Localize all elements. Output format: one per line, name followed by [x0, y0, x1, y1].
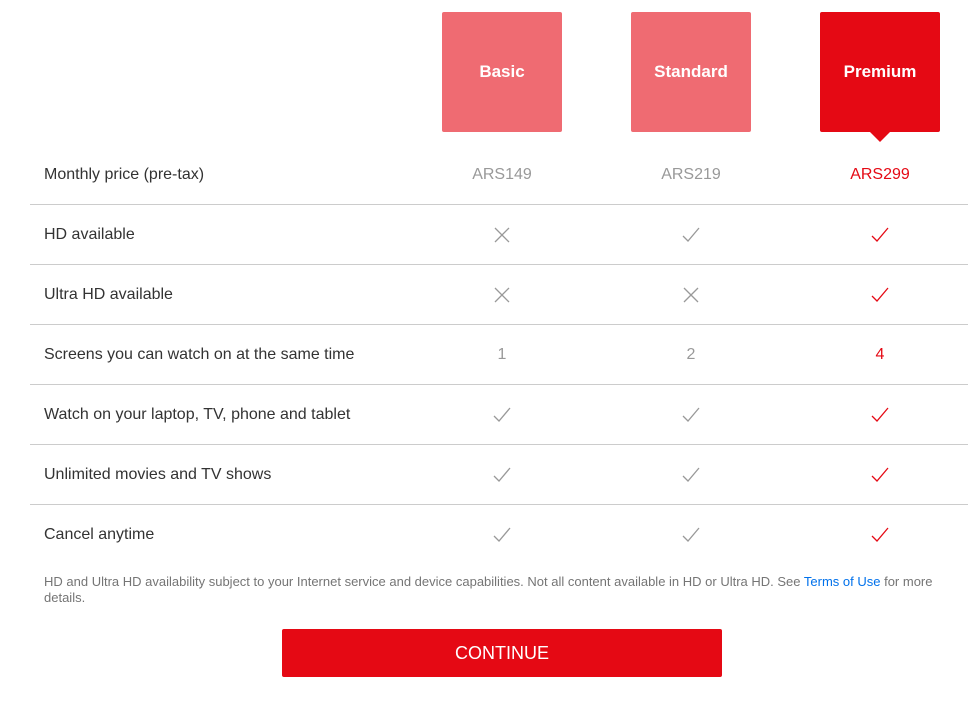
disclaimer: HD and Ultra HD availability subject to …	[44, 574, 944, 606]
check-icon	[820, 265, 940, 325]
plan-basic[interactable]: Basic	[442, 12, 562, 132]
cross-icon	[442, 205, 562, 265]
cell-value: 4	[875, 346, 885, 363]
row-label: Monthly price (pre-tax)	[44, 166, 205, 183]
plan-name: Premium	[843, 62, 917, 81]
row-label: Cancel anytime	[44, 526, 155, 543]
row-label: Watch on your laptop, TV, phone and tabl…	[44, 406, 351, 423]
cell-value: ARS299	[850, 166, 910, 183]
check-icon	[820, 505, 940, 565]
cell-value: ARS219	[661, 166, 721, 183]
check-icon	[442, 385, 562, 445]
cell-value: 2	[686, 346, 696, 363]
table-row: Ultra HD available	[30, 265, 968, 325]
disclaimer-text: HD and Ultra HD availability subject to …	[44, 574, 804, 589]
check-icon	[631, 205, 751, 265]
plan-name: Basic	[479, 62, 525, 81]
check-icon	[820, 385, 940, 445]
plan-standard[interactable]: Standard	[631, 12, 751, 132]
check-icon	[442, 505, 562, 565]
table-row: Screens you can watch on at the same tim…	[30, 325, 968, 385]
table-row: Unlimited movies and TV shows	[30, 445, 968, 505]
check-icon	[820, 445, 940, 505]
continue-button[interactable]: CONTINUE	[282, 629, 722, 677]
row-label: Screens you can watch on at the same tim…	[44, 346, 355, 363]
check-icon	[631, 505, 751, 565]
cell-value: 1	[497, 346, 507, 363]
check-icon	[820, 205, 940, 265]
table-row: Monthly price (pre-tax) ARS149 ARS219 ARS29…	[30, 145, 968, 205]
comparison-table: Monthly price (pre-tax) ARS149 ARS219 ARS29…	[30, 145, 968, 565]
cell-value: ARS149	[472, 166, 532, 183]
row-label: Ultra HD available	[44, 286, 173, 303]
row-label: Unlimited movies and TV shows	[44, 466, 272, 483]
plan-premium[interactable]: Premium	[820, 12, 940, 142]
table-row: Watch on your laptop, TV, phone and tabl…	[30, 385, 968, 445]
check-icon	[631, 385, 751, 445]
terms-of-use-link[interactable]: Terms of Use	[804, 574, 881, 589]
table-row: HD available	[30, 205, 968, 265]
cross-icon	[442, 265, 562, 325]
row-label: HD available	[44, 226, 135, 243]
table-row: Cancel anytime	[30, 505, 968, 565]
check-icon	[631, 445, 751, 505]
plan-name: Standard	[654, 62, 728, 81]
check-icon	[442, 445, 562, 505]
cross-icon	[631, 265, 751, 325]
